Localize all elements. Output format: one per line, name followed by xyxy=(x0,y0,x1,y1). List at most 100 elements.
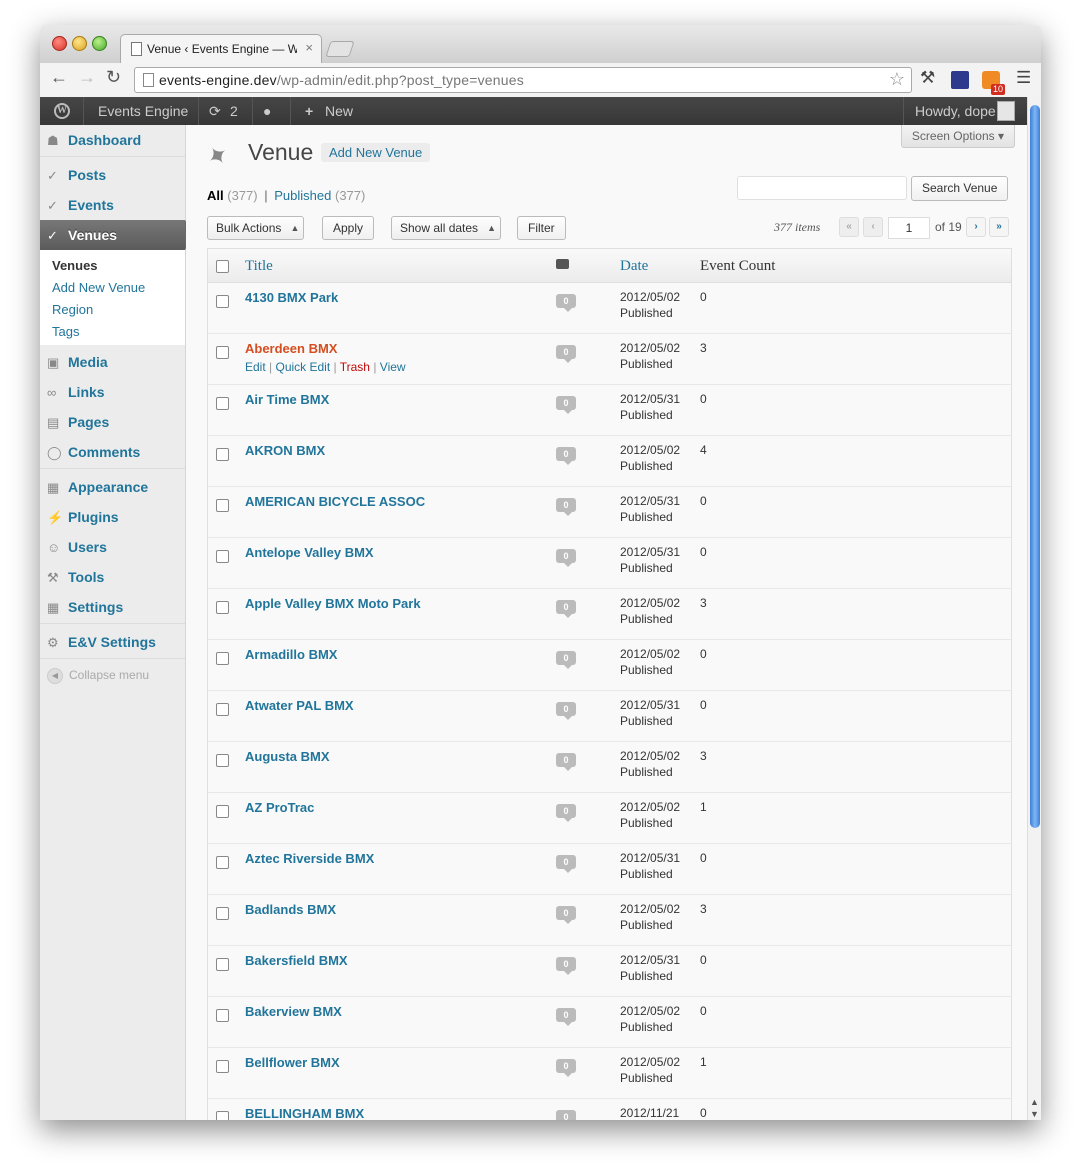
row-checkbox[interactable] xyxy=(216,550,229,563)
bulk-actions-select[interactable]: Bulk Actions ▲ xyxy=(207,216,305,240)
row-checkbox[interactable] xyxy=(216,856,229,869)
date-filter-select[interactable]: Show all dates ▲ xyxy=(391,216,502,240)
venue-title-link[interactable]: Aztec Riverside BMX xyxy=(245,851,374,866)
trash-link[interactable]: Trash xyxy=(340,360,370,374)
table-row[interactable]: AKRON BMX 0 2012/05/02 Published 4 xyxy=(208,435,1011,486)
bookmark-star-icon[interactable]: ☆ xyxy=(889,69,905,90)
comment-count-bubble[interactable]: 0 xyxy=(556,1059,576,1077)
sidebar-item-events[interactable]: ✓ Events xyxy=(40,190,185,220)
row-checkbox[interactable] xyxy=(216,448,229,461)
table-row[interactable]: Badlands BMX 0 2012/05/02 Published 3 xyxy=(208,894,1011,945)
address-bar[interactable]: events-engine.dev/wp-admin/edit.php?post… xyxy=(134,67,912,93)
search-venue-button[interactable]: Search Venue xyxy=(911,176,1009,201)
minimize-window-button[interactable] xyxy=(72,36,87,51)
comment-count-bubble[interactable]: 0 xyxy=(556,753,576,771)
reload-icon[interactable]: ↻ xyxy=(106,67,121,88)
sidebar-item-comments[interactable]: ◯ Comments xyxy=(40,437,185,467)
edit-link[interactable]: Edit xyxy=(245,360,266,374)
table-row[interactable]: AZ ProTrac 0 2012/05/02 Published 1 xyxy=(208,792,1011,843)
comment-count-bubble[interactable]: 0 xyxy=(556,855,576,873)
comment-count-bubble[interactable]: 0 xyxy=(556,1008,576,1026)
table-row[interactable]: Aberdeen BMX Edit | Quick Edit | Trash | … xyxy=(208,333,1011,384)
table-row[interactable]: Air Time BMX 0 2012/05/31 Published 0 xyxy=(208,384,1011,435)
row-checkbox[interactable] xyxy=(216,1009,229,1022)
venue-title-link[interactable]: Atwater PAL BMX xyxy=(245,698,354,713)
table-row[interactable]: Bellflower BMX 0 2012/05/02 Published 1 xyxy=(208,1047,1011,1098)
quick-edit-link[interactable]: Quick Edit xyxy=(275,360,330,374)
venue-title-link[interactable]: Aberdeen BMX xyxy=(245,341,337,356)
filter-all-link[interactable]: All xyxy=(207,188,224,203)
row-checkbox[interactable] xyxy=(216,295,229,308)
comment-count-bubble[interactable]: 0 xyxy=(556,906,576,924)
table-row[interactable]: Armadillo BMX 0 2012/05/02 Published 0 xyxy=(208,639,1011,690)
venue-title-link[interactable]: AMERICAN BICYCLE ASSOC xyxy=(245,494,425,509)
howdy-link[interactable]: Howdy, dope xyxy=(915,97,996,125)
venue-title-link[interactable]: Air Time BMX xyxy=(245,392,329,407)
comment-count-bubble[interactable]: 0 xyxy=(556,294,576,312)
updates-icon[interactable]: ⟳ xyxy=(209,97,221,125)
table-row[interactable]: Antelope Valley BMX 0 2012/05/31 Published 0 xyxy=(208,537,1011,588)
row-checkbox[interactable] xyxy=(216,346,229,359)
current-page-input[interactable]: 1 xyxy=(888,217,930,239)
row-checkbox[interactable] xyxy=(216,499,229,512)
sidebar-item-tools[interactable]: ⚒ Tools xyxy=(40,562,185,592)
row-checkbox[interactable] xyxy=(216,397,229,410)
scroll-down-icon[interactable]: ▼ xyxy=(1030,1109,1039,1119)
comment-count-bubble[interactable]: 0 xyxy=(556,1110,576,1120)
column-title[interactable]: Title xyxy=(245,258,273,275)
venue-title-link[interactable]: AZ ProTrac xyxy=(245,800,314,815)
updates-count[interactable]: 2 xyxy=(230,97,238,125)
table-row[interactable]: BELLINGHAM BMX 0 2012/11/21 0 xyxy=(208,1098,1011,1120)
venue-title-link[interactable]: 4130 BMX Park xyxy=(245,290,338,305)
row-checkbox[interactable] xyxy=(216,907,229,920)
new-tab-button[interactable] xyxy=(325,41,355,57)
view-link[interactable]: View xyxy=(380,360,406,374)
avatar[interactable] xyxy=(997,101,1015,121)
scrollbar-thumb[interactable] xyxy=(1030,105,1040,828)
filter-button[interactable]: Filter xyxy=(517,216,566,240)
scroll-up-icon[interactable]: ▲ xyxy=(1030,1097,1039,1107)
table-row[interactable]: Bakersfield BMX 0 2012/05/31 Published 0 xyxy=(208,945,1011,996)
venue-title-link[interactable]: Bakersfield BMX xyxy=(245,953,348,968)
add-new-venue-button[interactable]: Add New Venue xyxy=(321,143,431,162)
row-checkbox[interactable] xyxy=(216,703,229,716)
sidebar-item-venues[interactable]: ✓ Venues xyxy=(40,220,194,250)
comment-count-bubble[interactable]: 0 xyxy=(556,702,576,720)
comments-icon[interactable]: ● xyxy=(263,97,271,125)
row-checkbox[interactable] xyxy=(216,805,229,818)
submenu-tags[interactable]: Tags xyxy=(52,324,79,339)
row-checkbox[interactable] xyxy=(216,1060,229,1073)
comment-count-bubble[interactable]: 0 xyxy=(556,498,576,516)
sidebar-item-pages[interactable]: ▤ Pages xyxy=(40,407,185,437)
venue-title-link[interactable]: BELLINGHAM BMX xyxy=(245,1106,364,1120)
row-checkbox[interactable] xyxy=(216,754,229,767)
wordpress-logo-icon[interactable]: W xyxy=(54,103,70,119)
close-window-button[interactable] xyxy=(52,36,67,51)
new-content-link[interactable]: New xyxy=(325,97,353,125)
venue-title-link[interactable]: Badlands BMX xyxy=(245,902,336,917)
next-page-button[interactable]: › xyxy=(966,217,986,237)
table-row[interactable]: Bakerview BMX 0 2012/05/02 Published 0 xyxy=(208,996,1011,1047)
row-checkbox[interactable] xyxy=(216,1111,229,1120)
sidebar-item-links[interactable]: ∞ Links xyxy=(40,377,185,407)
vertical-scrollbar[interactable]: ▲ ▼ xyxy=(1027,97,1041,1120)
last-page-button[interactable]: » xyxy=(989,217,1009,237)
comment-count-bubble[interactable]: 0 xyxy=(556,804,576,822)
collapse-menu-button[interactable]: ◀ Collapse menu xyxy=(47,668,149,684)
sidebar-item-appearance[interactable]: ▦ Appearance xyxy=(40,472,185,502)
site-name-link[interactable]: Events Engine xyxy=(98,97,188,125)
first-page-button[interactable]: « xyxy=(839,217,859,237)
comment-count-bubble[interactable]: 0 xyxy=(556,957,576,975)
comment-count-bubble[interactable]: 0 xyxy=(556,651,576,669)
row-checkbox[interactable] xyxy=(216,601,229,614)
submenu-venues[interactable]: Venues xyxy=(52,258,98,273)
comment-count-bubble[interactable]: 0 xyxy=(556,345,576,363)
sidebar-item-ev-settings[interactable]: ⚙ E&V Settings xyxy=(40,627,185,657)
venue-title-link[interactable]: Bellflower BMX xyxy=(245,1055,340,1070)
browser-tab[interactable]: Venue ‹ Events Engine — Wo × xyxy=(120,34,322,64)
sidebar-item-posts[interactable]: ✓ Posts xyxy=(40,160,185,190)
table-row[interactable]: AMERICAN BICYCLE ASSOC 0 2012/05/31 Publish… xyxy=(208,486,1011,537)
extension-icon[interactable] xyxy=(951,71,969,89)
sidebar-item-settings[interactable]: ▦ Settings xyxy=(40,592,185,622)
zoom-window-button[interactable] xyxy=(92,36,107,51)
